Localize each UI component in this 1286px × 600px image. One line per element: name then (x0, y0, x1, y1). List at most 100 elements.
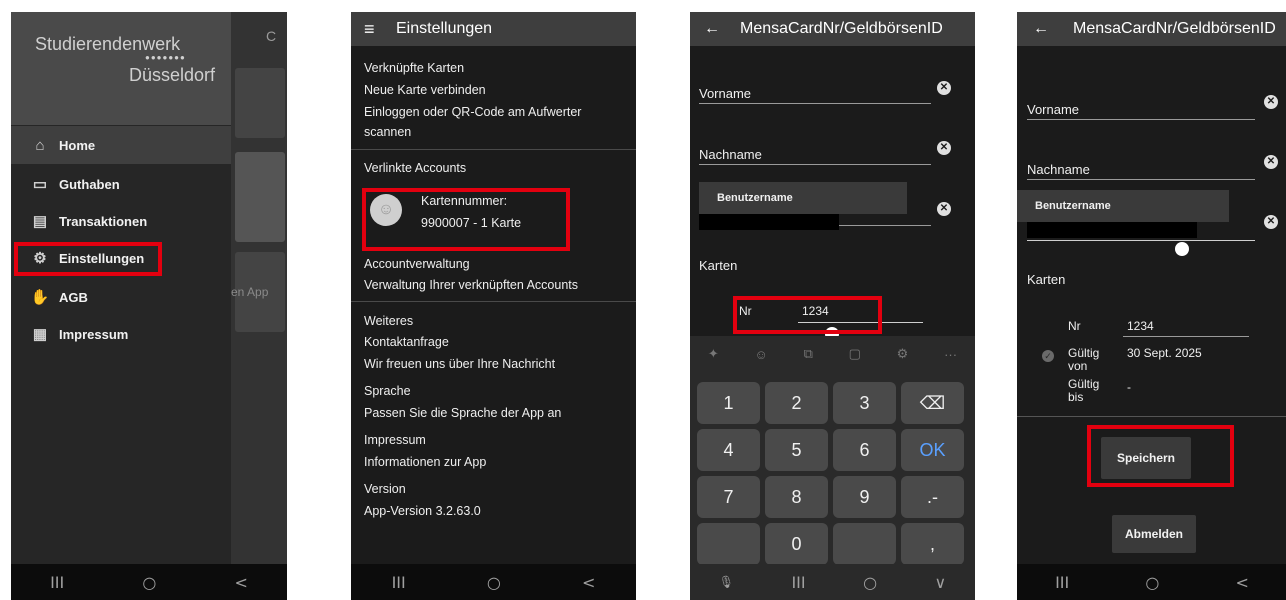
recents-button[interactable]: III (392, 573, 406, 592)
menu-item-label: Home (59, 137, 96, 153)
page-title: MensaCardNr/GeldbörsenID (1073, 20, 1276, 37)
username-input[interactable] (839, 225, 931, 226)
logo-text-line2: Düsseldorf (129, 65, 216, 85)
key-3[interactable]: 3 (833, 382, 896, 424)
clear-icon[interactable]: ✕ (937, 202, 951, 216)
clear-icon[interactable]: ✕ (1264, 155, 1278, 169)
nr-input[interactable] (798, 322, 923, 323)
divider (351, 301, 636, 302)
nr-value: 1234 (1127, 319, 1154, 333)
numeric-keyboard: ✦ ☺ ⧉ ▢ ⚙ ··· 1 2 3 ⌫ 4 5 6 OK 7 8 9 .- … (690, 336, 975, 600)
menu-item-einstellungen[interactable]: ⚙ Einstellungen (11, 239, 231, 277)
sticker-icon[interactable]: ⧉ (804, 346, 813, 362)
key-6[interactable]: 6 (833, 429, 896, 471)
redacted-username (1027, 222, 1197, 238)
background-card (235, 68, 285, 138)
recents-button[interactable]: III (50, 573, 64, 592)
menu-icon[interactable]: ≡ (364, 19, 396, 40)
first-name-input[interactable] (1027, 119, 1255, 120)
card-number-value[interactable]: 9900007 - 1 Karte (421, 216, 521, 230)
menu-item-guthaben[interactable]: ▭ Guthaben (11, 165, 231, 203)
login-qr-link[interactable]: Einloggen oder QR-Code am Aufwerter (364, 105, 581, 119)
divider (351, 149, 636, 150)
first-name-input[interactable] (699, 103, 931, 104)
logo-dots: ●●●●●●● (145, 53, 186, 62)
home-button[interactable]: ○ (1145, 573, 1159, 592)
valid-to-label-2: bis (1068, 390, 1084, 404)
emoji-icon[interactable]: ☺ (755, 347, 768, 362)
key-5[interactable]: 5 (765, 429, 828, 471)
menu-item-label: Impressum (59, 326, 129, 342)
menu-item-label: AGB (59, 289, 88, 305)
account-management-link[interactable]: Accountverwaltung (364, 257, 470, 271)
nr-input[interactable] (1123, 336, 1249, 337)
menu-item-impressum[interactable]: ▦ Impressum (11, 315, 231, 353)
menu-item-transaktionen[interactable]: ▤ Transaktionen (11, 202, 231, 240)
ok-key[interactable]: OK (901, 429, 964, 471)
back-button[interactable]: < (1236, 573, 1249, 592)
key-4[interactable]: 4 (697, 429, 760, 471)
key-dot-minus[interactable]: .- (901, 476, 964, 518)
clear-icon[interactable]: ✕ (1264, 95, 1278, 109)
background-image (235, 152, 285, 242)
menu-item-home[interactable]: ⌂ Home (11, 126, 231, 164)
key-blank[interactable] (833, 523, 896, 565)
card-number-label: Kartennummer: (421, 194, 508, 208)
logout-button[interactable]: Abmelden (1112, 515, 1196, 553)
clipboard-icon: ▦ (32, 326, 48, 343)
ai-icon[interactable]: ✦ (708, 346, 719, 362)
last-name-label: Nachname (699, 147, 762, 162)
valid-from-label: Gültig (1068, 346, 1100, 360)
key-9[interactable]: 9 (833, 476, 896, 518)
check-icon: ✓ (1042, 350, 1054, 362)
language-desc: Passen Sie die Sprache der App an (364, 406, 562, 420)
hide-keyboard-button[interactable]: ∨ (935, 573, 947, 592)
contact-link[interactable]: Kontaktanfrage (364, 335, 449, 349)
home-button[interactable]: ○ (487, 573, 501, 592)
section-linked-accounts: Verlinkte Accounts (364, 161, 467, 175)
back-arrow-icon[interactable]: ← (704, 20, 740, 38)
key-7[interactable]: 7 (697, 476, 760, 518)
key-1[interactable]: 1 (697, 382, 760, 424)
back-arrow-icon[interactable]: ← (1033, 20, 1073, 38)
clear-icon[interactable]: ✕ (937, 141, 951, 155)
recents-button[interactable]: III (791, 573, 805, 592)
clipboard-icon[interactable]: ▢ (849, 346, 861, 362)
home-button[interactable]: ○ (863, 573, 877, 592)
login-qr-link-line2[interactable]: scannen (364, 125, 411, 139)
recents-button[interactable]: III (1055, 573, 1069, 592)
clear-icon[interactable]: ✕ (937, 81, 951, 95)
home-button[interactable]: ○ (142, 573, 156, 592)
back-button[interactable]: < (235, 573, 248, 592)
save-button[interactable]: Speichern (1101, 437, 1191, 479)
last-name-input[interactable] (1027, 179, 1255, 180)
mic-icon[interactable]: 🎙 (719, 575, 734, 589)
username-input[interactable] (1027, 240, 1255, 241)
money-icon: ▭ (32, 176, 48, 193)
language-link[interactable]: Sprache (364, 384, 411, 398)
cards-section-label: Karten (1027, 272, 1066, 287)
more-icon[interactable]: ··· (944, 347, 957, 362)
nr-label: Nr (1068, 319, 1081, 333)
clear-icon[interactable]: ✕ (1264, 215, 1278, 229)
text-cursor-handle[interactable] (1175, 242, 1189, 256)
gear-icon[interactable]: ⚙ (897, 346, 909, 362)
imprint-link[interactable]: Impressum (364, 433, 426, 447)
valid-from-label-2: von (1068, 359, 1088, 373)
menu-item-agb[interactable]: ✋ AGB (11, 278, 231, 316)
page-title: MensaCardNr/GeldbörsenID (740, 20, 943, 37)
version-value: App-Version 3.2.63.0 (364, 504, 481, 518)
logo-text-line1: Studierendenwerk (35, 34, 181, 54)
system-navbar: III ○ < (11, 564, 287, 600)
key-2[interactable]: 2 (765, 382, 828, 424)
backspace-key[interactable]: ⌫ (901, 382, 964, 424)
last-name-input[interactable] (699, 164, 931, 165)
new-card-link[interactable]: Neue Karte verbinden (364, 83, 486, 97)
key-0[interactable]: 0 (765, 523, 828, 565)
key-8[interactable]: 8 (765, 476, 828, 518)
key-comma[interactable]: , (901, 523, 964, 565)
refresh-icon[interactable]: C (266, 28, 276, 44)
key-blank[interactable] (697, 523, 760, 565)
back-button[interactable]: < (582, 573, 595, 592)
app-bar: ← MensaCardNr/GeldbörsenID (1017, 12, 1286, 46)
